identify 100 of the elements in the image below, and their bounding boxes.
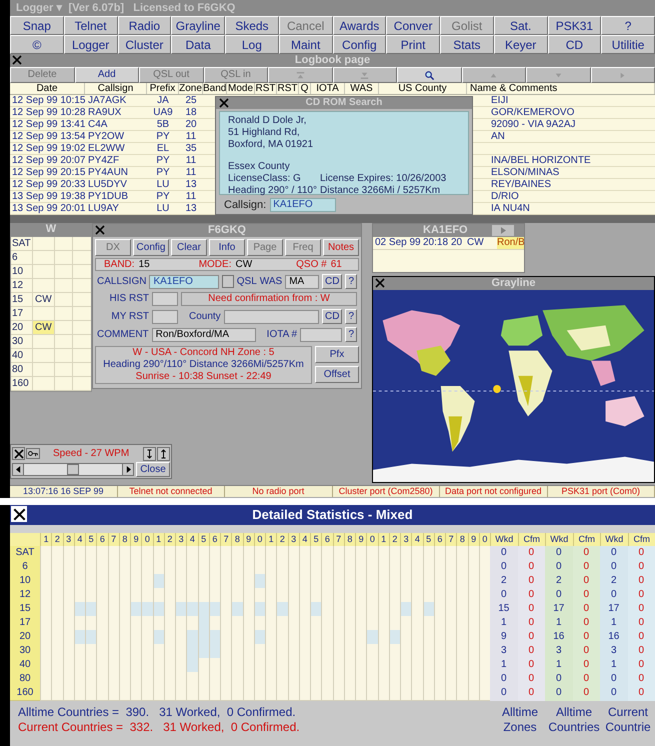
count-cell: 0 (572, 686, 600, 701)
qso-button[interactable]: Config (133, 239, 169, 256)
toolbar-button[interactable]: Config (332, 35, 386, 54)
toolbar-button[interactable]: © (10, 35, 64, 54)
table-cell-text: PY (155, 167, 171, 178)
count-cell: 1 (490, 658, 518, 673)
summary-text: Alltime Countries = 390. 31 Worked, 0 Confirmed. (18, 705, 297, 720)
count-cell: 0 (490, 546, 518, 561)
toolbar-button[interactable]: Log (225, 35, 279, 54)
input-field[interactable] (152, 292, 178, 306)
count-cell: 2 (490, 574, 518, 589)
count-cell: 0 (628, 658, 655, 673)
close-icon[interactable] (95, 225, 105, 235)
detail-text: License Expires: 10/26/2003 (320, 173, 446, 185)
qso-button[interactable]: Info (209, 239, 245, 256)
close-icon[interactable] (12, 55, 22, 65)
table-cell-text: GOR/KEMEROVO (490, 107, 574, 118)
key-icon[interactable] (26, 448, 40, 459)
callsign-field[interactable]: KA1EFO (270, 198, 336, 212)
close-icon[interactable] (375, 278, 385, 288)
count-cell: 0 (572, 630, 600, 645)
count-cell: 2 (600, 574, 628, 589)
table-cell-text: 25 (184, 95, 198, 106)
column-header: Name & Comments (467, 83, 655, 94)
toolbar-button[interactable]: CD (548, 35, 602, 54)
left-arrow-icon[interactable] (16, 466, 20, 473)
count-cell: 0 (545, 546, 572, 561)
qsl-checkbox[interactable] (222, 275, 234, 288)
toolbar-button[interactable]: Snap (10, 16, 64, 35)
toolbar-button[interactable]: Radio (118, 16, 172, 35)
pfx-button[interactable]: Pfx (315, 346, 359, 363)
count-cell: 1 (600, 658, 628, 673)
toolbar-button[interactable]: Cluster (118, 35, 172, 54)
toolbar-button[interactable]: Awards (332, 16, 386, 35)
field-label: County (189, 310, 221, 322)
close-button[interactable]: Close (136, 462, 170, 477)
column-header: Band (203, 83, 227, 94)
count-cell: 1 (600, 616, 628, 631)
toolbar-button[interactable]: Logger (64, 35, 118, 54)
toolbar-button[interactable]: Grayline (171, 16, 225, 35)
toolbar-button[interactable]: Maint (278, 35, 332, 54)
close-icon[interactable] (14, 448, 24, 458)
dialog-title: CD ROM Search (306, 97, 382, 109)
table-cell-text: EL2WW (87, 143, 126, 154)
slider-thumb[interactable] (67, 464, 79, 475)
panel-title: F6GKQ (208, 224, 246, 237)
count-cell: 0 (628, 672, 655, 687)
input-field[interactable] (224, 310, 319, 324)
toolbar-button[interactable]: Conver (386, 16, 440, 35)
logbook-icon-button[interactable] (397, 67, 462, 83)
qso-button[interactable]: Clear (171, 239, 207, 256)
detail-text: LicenseClass: G (228, 173, 302, 185)
right-arrow-icon[interactable] (126, 466, 130, 473)
count-cell: 0 (572, 644, 600, 659)
count-cell: 0 (628, 686, 655, 701)
toolbar-button[interactable]: Data (171, 35, 225, 54)
toolbar-button[interactable]: PSK31 (548, 16, 602, 35)
count-cell: 1 (545, 616, 572, 631)
toolbar-button[interactable]: Sat. (494, 16, 548, 35)
band-label: 20 (10, 630, 40, 645)
input-field[interactable] (300, 328, 342, 342)
toolbar-button[interactable]: Stats (440, 35, 494, 54)
table-cell-text: PY (155, 155, 171, 166)
speed-slider[interactable] (12, 463, 134, 476)
tempo-up-icon[interactable] (157, 446, 170, 460)
toolbar-button[interactable]: Utilitie (601, 35, 655, 54)
input-field[interactable] (152, 310, 178, 324)
close-icon[interactable] (12, 508, 26, 520)
toolbar-button[interactable]: Print (386, 35, 440, 54)
toolbar-button[interactable]: Telnet (64, 16, 118, 35)
count-cell: 3 (545, 644, 572, 659)
table-cell-text: REY/BAINES (490, 179, 552, 190)
detail-text: Heading 290° / 110° (228, 185, 318, 197)
count-cell: 0 (490, 560, 518, 575)
column-header: Mode (227, 83, 255, 94)
help-button[interactable]: ? (345, 309, 357, 324)
band-label: 10 (10, 574, 40, 589)
count-cell: 0 (518, 686, 545, 701)
table-cell-text: 12 Sep 99 20:33 (11, 179, 85, 190)
table-cell-text: 13 Sep 99 20:01 (11, 203, 85, 214)
tempo-down-icon[interactable] (143, 446, 156, 460)
cd-button[interactable]: CD (322, 309, 342, 324)
field-label: QSL (236, 276, 257, 288)
count-cell: 0 (572, 616, 600, 631)
toolbar-button[interactable]: Skeds (225, 16, 279, 35)
callsign-field[interactable]: KA1EFO (149, 274, 220, 288)
logbook-button[interactable]: Add (74, 67, 139, 83)
band-cell: 12 (11, 279, 33, 292)
close-icon[interactable] (219, 98, 229, 108)
field-label: MY RST (110, 310, 149, 322)
input-field[interactable]: MA (285, 274, 319, 288)
help-button[interactable]: ? (345, 274, 357, 289)
toolbar-button[interactable]: ? (601, 16, 655, 35)
count-cell: 9 (490, 630, 518, 645)
toolbar-button[interactable]: Keyer (494, 35, 548, 54)
input-field[interactable]: Ron/Boxford/MA (152, 328, 256, 342)
cd-button[interactable]: CD (322, 274, 342, 289)
qso-value: 61 (330, 258, 342, 272)
offset-button[interactable]: Offset (315, 366, 359, 383)
help-button[interactable]: ? (345, 327, 357, 342)
